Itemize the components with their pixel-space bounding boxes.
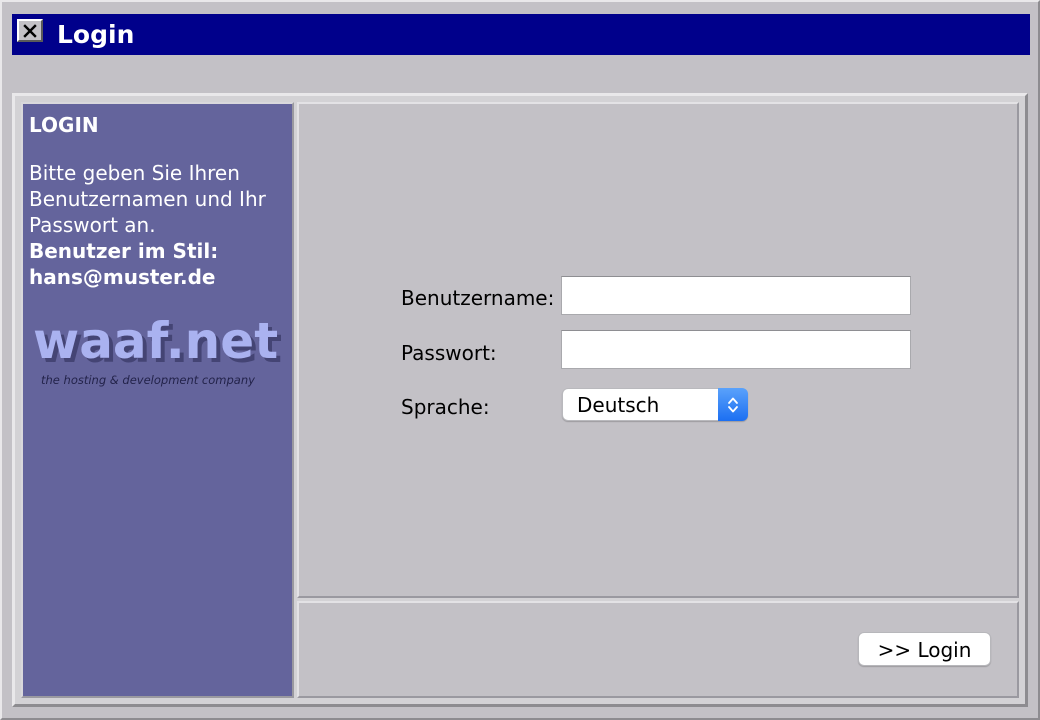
logo-wordmark: waaf.net [33, 318, 278, 370]
format-hint-line: Benutzer im Stil: [29, 239, 219, 263]
sidebar: LOGIN Bitte geben Sie Ihren Benutzername… [21, 102, 294, 698]
logo-tagline: the hosting & development company [41, 373, 255, 387]
sidebar-heading: LOGIN [29, 113, 99, 137]
waaf-logo: waaf.net waaf.net the hosting & developm… [33, 318, 282, 387]
select-arrow-button[interactable] [718, 388, 748, 421]
username-input[interactable] [561, 276, 911, 315]
close-icon [23, 23, 37, 38]
language-label: Sprache: [401, 395, 490, 419]
window-title: Login [57, 20, 135, 49]
chevron-updown-icon [728, 397, 738, 412]
format-example-line: hans@muster.de [29, 265, 216, 289]
close-button[interactable] [17, 19, 43, 42]
password-input[interactable] [561, 330, 911, 369]
password-label: Passwort: [401, 341, 497, 365]
instruction-line: Bitte geben Sie Ihren [29, 161, 240, 185]
instruction-line: Benutzernamen und Ihr [29, 187, 266, 211]
sidebar-instructions: Bitte geben Sie Ihren Benutzernamen und … [29, 160, 284, 290]
username-label: Benutzername: [401, 286, 555, 310]
login-button[interactable]: >> Login [858, 632, 991, 666]
titlebar: Login [12, 14, 1030, 55]
language-selected-value: Deutsch [577, 393, 660, 417]
language-select[interactable]: Deutsch [562, 388, 748, 421]
instruction-line: Passwort an. [29, 213, 156, 237]
